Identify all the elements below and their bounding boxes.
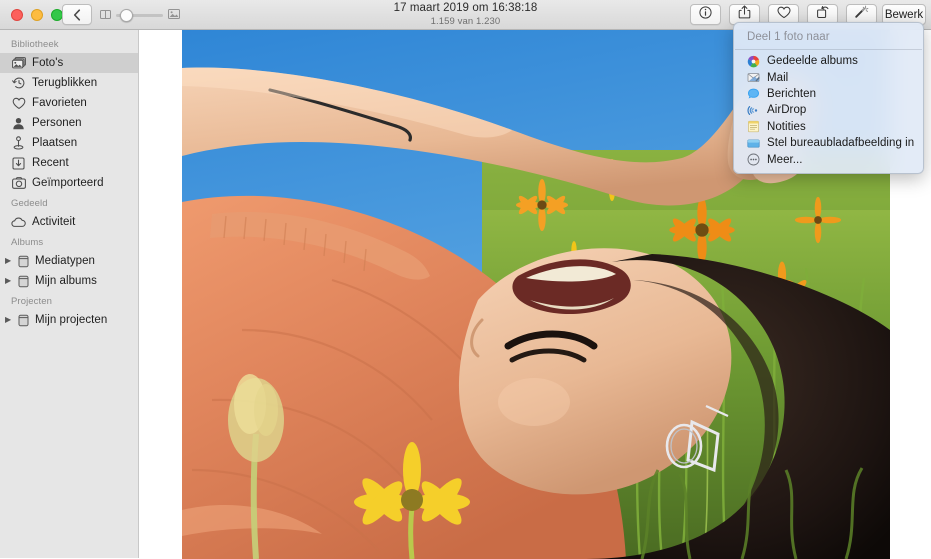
- sidebar-section-header-library: Bibliotheek: [11, 39, 59, 50]
- back-button[interactable]: [62, 4, 92, 25]
- sidebar-item-geimporteerd[interactable]: Geïmporteerd: [0, 173, 138, 193]
- minimize-button[interactable]: [31, 9, 43, 21]
- messages-icon: [747, 87, 760, 100]
- chevron-left-icon: [73, 8, 81, 21]
- share-menu[interactable]: Deel 1 foto naar Gedeelde albums Mail Be…: [733, 22, 924, 174]
- person-icon: [11, 116, 26, 131]
- chevron-right-icon[interactable]: ▶: [5, 257, 13, 265]
- sidebar-item-activiteit[interactable]: Activiteit: [0, 212, 138, 232]
- menu-item-label: AirDrop: [767, 104, 807, 117]
- sidebar-item-label: Favorieten: [32, 97, 87, 109]
- info-button[interactable]: [690, 4, 721, 25]
- sidebar-item-mijn-albums[interactable]: ▶ Mijn albums: [0, 271, 138, 291]
- sidebar-item-terugblikken[interactable]: Terugblikken: [0, 73, 138, 93]
- close-button[interactable]: [11, 9, 23, 21]
- sidebar-item-favorieten[interactable]: Favorieten: [0, 93, 138, 113]
- sidebar-section-header-shared: Gedeeld: [11, 198, 48, 209]
- cloud-icon: [11, 215, 26, 230]
- menu-item-airdrop[interactable]: AirDrop: [734, 102, 923, 118]
- sidebar-item-mijn-projecten[interactable]: ▶ Mijn projecten: [0, 310, 138, 330]
- menu-item-berichten[interactable]: Berichten: [734, 86, 923, 102]
- menu-item-label: Meer...: [767, 153, 803, 166]
- zoom-slider-knob[interactable]: [120, 8, 133, 22]
- sidebar-item-label: Activiteit: [32, 216, 76, 228]
- more-ellipsis-icon: [747, 153, 760, 166]
- sidebar-item-label: Geïmporteerd: [32, 177, 104, 189]
- menu-item-gedeelde-albums[interactable]: Gedeelde albums: [734, 53, 923, 69]
- sidebar-item-personen[interactable]: Personen: [0, 113, 138, 133]
- menu-item-meer[interactable]: Meer...: [734, 151, 923, 167]
- zoom-slider-group[interactable]: [100, 8, 180, 22]
- sidebar-item-recent[interactable]: Recent: [0, 153, 138, 173]
- sidebar-item-label: Recent: [32, 157, 69, 169]
- shared-albums-icon: [747, 55, 760, 68]
- sidebar-item-label: Foto's: [32, 57, 64, 69]
- sidebar-item-plaatsen[interactable]: Plaatsen: [0, 133, 138, 153]
- sidebar: Bibliotheek Foto's Terugblikken Favoriet…: [0, 30, 139, 558]
- menu-item-notities[interactable]: Notities: [734, 119, 923, 135]
- heart-icon: [11, 96, 26, 111]
- share-menu-title: Deel 1 foto naar: [747, 31, 830, 43]
- memories-clock-icon: [11, 76, 26, 91]
- info-circle-icon: [699, 5, 712, 24]
- zoom-slider-track[interactable]: [116, 8, 163, 22]
- sidebar-section-header-projects: Projecten: [11, 296, 53, 307]
- sidebar-item-label: Mijn albums: [35, 275, 97, 287]
- sidebar-item-label: Plaatsen: [32, 137, 78, 149]
- edit-button-label: Bewerk: [884, 8, 924, 21]
- photos-stack-icon: [11, 56, 26, 71]
- camera-icon: [11, 176, 26, 191]
- airdrop-icon: [747, 104, 760, 117]
- download-box-icon: [11, 156, 26, 171]
- location-pin-icon: [11, 136, 26, 151]
- single-photo-icon: [168, 6, 180, 24]
- menu-separator: [735, 49, 922, 50]
- menu-item-label: Mail: [767, 71, 789, 84]
- sidebar-item-label: Personen: [32, 117, 82, 129]
- menu-item-label: Berichten: [767, 87, 817, 100]
- mail-icon: [747, 71, 760, 84]
- folder-icon: [16, 274, 31, 289]
- folder-icon: [16, 254, 31, 269]
- menu-item-label: Gedeelde albums: [767, 55, 858, 68]
- sidebar-section-header-albums: Albums: [11, 237, 44, 248]
- menu-item-label: Stel bureaubladafbeelding in: [767, 137, 915, 150]
- desktop-picture-icon: [747, 137, 760, 150]
- sidebar-item-label: Terugblikken: [32, 77, 98, 89]
- photos-app-window: 17 maart 2019 om 16:38:18 1.159 van 1.23…: [0, 0, 931, 559]
- folder-icon: [16, 313, 31, 328]
- menu-item-label: Notities: [767, 120, 806, 133]
- sidebar-item-fotos[interactable]: Foto's: [0, 53, 138, 73]
- sidebar-item-mediatypen[interactable]: ▶ Mediatypen: [0, 251, 138, 271]
- grid-thumbnails-icon: [100, 6, 111, 24]
- menu-item-mail[interactable]: Mail: [734, 69, 923, 85]
- chevron-right-icon[interactable]: ▶: [5, 277, 13, 285]
- chevron-right-icon[interactable]: ▶: [5, 316, 13, 324]
- heart-icon: [776, 6, 791, 24]
- menu-item-stel-bureaubladafbeelding-in[interactable]: Stel bureaubladafbeelding in: [734, 135, 923, 151]
- sidebar-item-label: Mediatypen: [35, 255, 95, 267]
- notes-icon: [747, 120, 760, 133]
- sidebar-item-label: Mijn projecten: [35, 314, 108, 326]
